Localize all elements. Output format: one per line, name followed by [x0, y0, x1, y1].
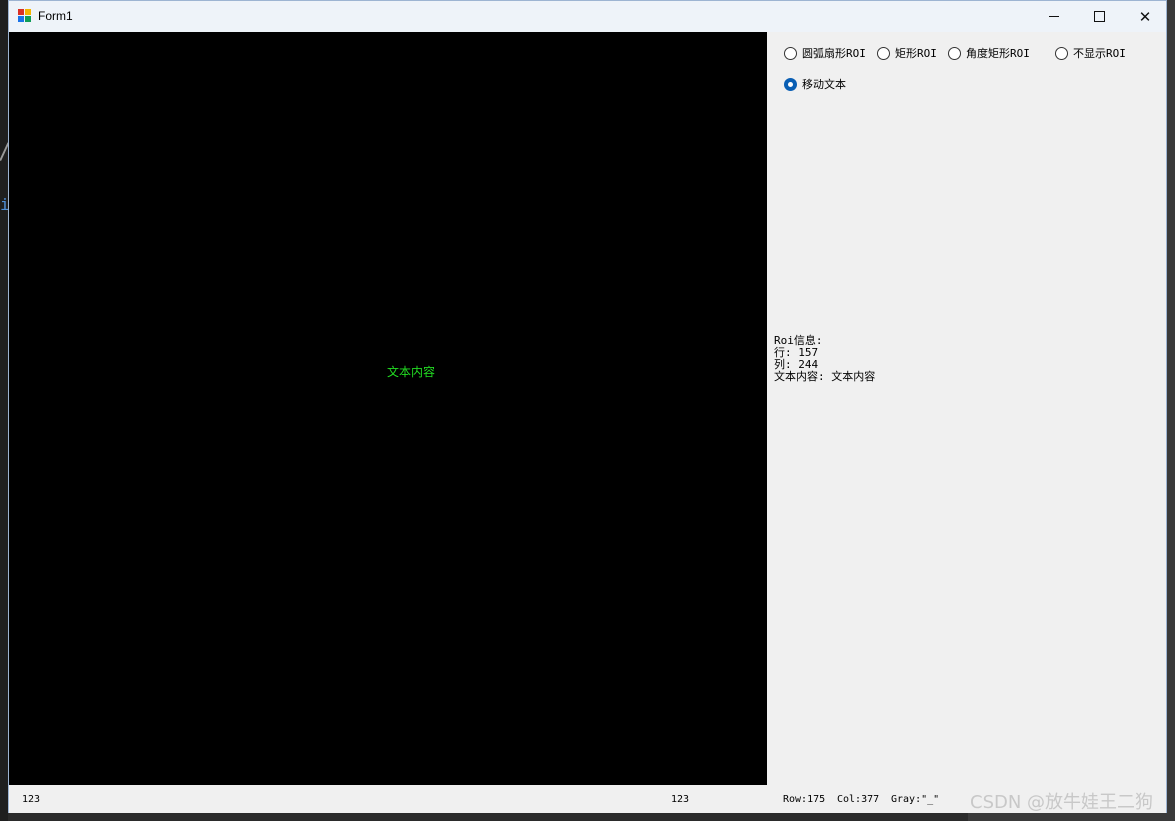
title-bar[interactable]: Form1 ✕	[9, 1, 1166, 32]
radio-label: 不显示ROI	[1073, 47, 1126, 60]
roi-info-content: 文本内容: 文本内容	[774, 370, 876, 383]
radio-button-icon	[1055, 46, 1068, 60]
radio-button-icon	[948, 46, 961, 60]
radio-label: 圆弧扇形ROI	[802, 47, 866, 60]
radio-rect-roi[interactable]: 矩形ROI	[877, 45, 937, 61]
desktop-backdrop: / i	[0, 0, 11, 821]
radio-label: 角度矩形ROI	[966, 47, 1030, 60]
radio-button-icon	[784, 46, 797, 60]
watermark: CSDN @放牛娃王二狗	[970, 792, 1154, 813]
radio-angle-rect-roi[interactable]: 角度矩形ROI	[948, 45, 1030, 61]
radio-arc-sector-roi[interactable]: 圆弧扇形ROI	[784, 45, 866, 61]
roi-control-panel: 圆弧扇形ROI 矩形ROI 角度矩形ROI 不显示ROI 移动文本 Roi信息:…	[767, 32, 1166, 785]
maximize-button[interactable]	[1076, 1, 1122, 32]
image-canvas[interactable]: 文本内容	[9, 32, 767, 785]
radio-button-icon	[784, 77, 797, 91]
radio-label: 矩形ROI	[895, 47, 937, 60]
window-title: Form1	[38, 9, 73, 23]
close-button[interactable]: ✕	[1122, 1, 1168, 32]
close-icon: ✕	[1138, 7, 1152, 26]
status-label-left: 123	[22, 794, 41, 805]
roi-info-block: Roi信息: 行: 157 列: 244 文本内容: 文本内容	[774, 335, 875, 383]
status-col: Col:377	[837, 794, 880, 805]
radio-label: 移动文本	[802, 78, 846, 91]
radio-move-text[interactable]: 移动文本	[784, 76, 846, 92]
form-window: Form1 ✕ 文本内容 圆弧扇形ROI 矩形ROI 角度矩形ROI 不显示RO…	[8, 0, 1167, 813]
status-row: Row:175	[783, 794, 826, 805]
app-icon	[18, 9, 32, 23]
radio-button-icon	[877, 46, 890, 60]
status-gray: Gray:"_"	[891, 794, 940, 805]
maximize-icon	[1093, 11, 1105, 22]
radio-hide-roi[interactable]: 不显示ROI	[1055, 45, 1126, 61]
minimize-button[interactable]	[1031, 1, 1077, 32]
status-label-middle: 123	[671, 794, 690, 805]
canvas-overlay-text[interactable]: 文本内容	[387, 363, 435, 380]
minimize-icon	[1049, 16, 1059, 17]
